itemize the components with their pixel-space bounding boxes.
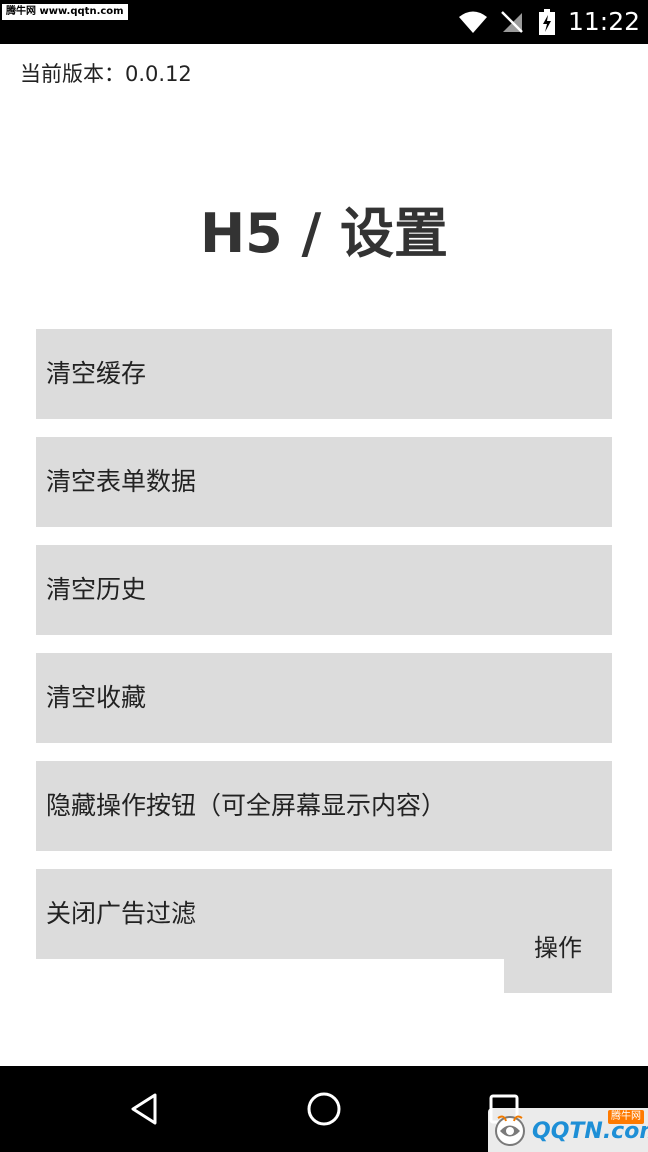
clock: 11:22	[568, 7, 641, 36]
no-signal-icon	[498, 0, 526, 44]
battery-charging-icon	[536, 0, 558, 44]
hide-action-button-toggle[interactable]: 隐藏操作按钮（可全屏幕显示内容）	[36, 761, 612, 851]
wifi-icon	[456, 0, 490, 44]
clear-cache-button[interactable]: 清空缓存	[36, 329, 612, 419]
watermark-text: 腾牛网 www.qqtn.com	[2, 4, 128, 20]
version-info: 当前版本： 0.0.12	[20, 58, 192, 90]
watermark-logo: QQTN.com 腾牛网	[488, 1108, 648, 1152]
home-icon[interactable]	[288, 1066, 360, 1152]
action-button[interactable]: 操作	[504, 903, 612, 993]
version-label: 当前版本：	[20, 62, 125, 86]
clear-form-data-button[interactable]: 清空表单数据	[36, 437, 612, 527]
status-bar: 腾牛网 www.qqtn.com 11:22	[0, 0, 648, 44]
watermark-badge: 腾牛网	[608, 1110, 644, 1124]
page-title: H5 / 设置	[199, 202, 449, 265]
clear-favorites-button[interactable]: 清空收藏	[36, 653, 612, 743]
logo-emblem-icon	[492, 1112, 528, 1148]
back-icon[interactable]	[108, 1066, 180, 1152]
clear-history-button[interactable]: 清空历史	[36, 545, 612, 635]
version-value: 0.0.12	[125, 62, 192, 86]
